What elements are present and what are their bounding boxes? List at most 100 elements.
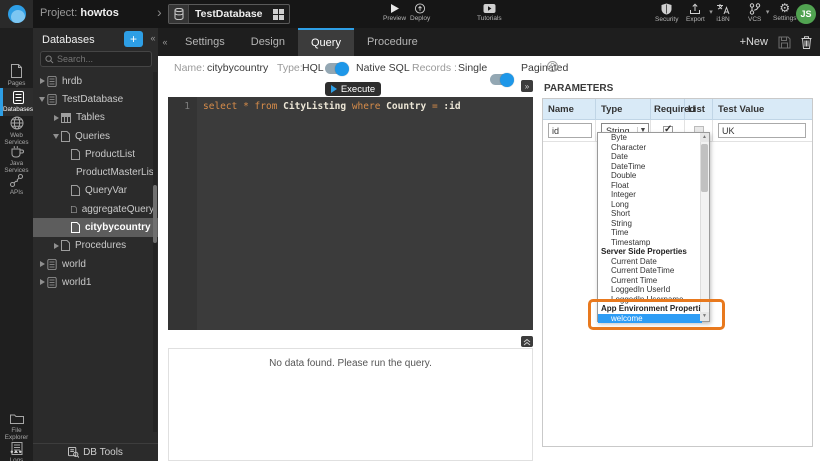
expand-results-button[interactable] xyxy=(521,336,533,347)
tree-item-testdatabase[interactable]: TestDatabase xyxy=(33,90,154,108)
tutorials-button[interactable]: Tutorials xyxy=(477,3,502,22)
dropdown-option[interactable]: Time xyxy=(598,228,702,238)
scroll-down-icon[interactable]: ▼ xyxy=(700,312,709,321)
rail-item-apis[interactable]: APIs xyxy=(0,174,33,196)
column-header-required: Required xyxy=(651,99,685,120)
vcs-button[interactable]: ▾ VCS xyxy=(748,3,761,23)
save-icon[interactable] xyxy=(778,36,791,49)
dropdown-option[interactable]: DateTime xyxy=(598,162,702,172)
tree-item-citybycountry[interactable]: citybycountry xyxy=(33,218,158,236)
deploy-button[interactable]: Deploy xyxy=(410,3,430,22)
export-button[interactable]: ▾ Export xyxy=(686,3,705,23)
rail-item-web-services[interactable]: Web Services xyxy=(0,116,33,146)
expand-arrow-icon[interactable] xyxy=(54,243,59,249)
tab-settings[interactable]: Settings xyxy=(172,28,238,56)
database-selector[interactable]: TestDatabase xyxy=(168,4,290,24)
scroll-up-icon[interactable]: ▲ xyxy=(700,133,709,142)
db-grid-icon[interactable] xyxy=(273,9,284,20)
app-logo[interactable] xyxy=(0,0,33,28)
collapse-arrow-icon[interactable] xyxy=(39,97,45,102)
dropdown-option[interactable]: Date xyxy=(598,152,702,162)
dropdown-option[interactable]: LoggedIn Username xyxy=(598,295,702,305)
records-toggle[interactable] xyxy=(490,74,513,85)
db-tools-button[interactable]: DB Tools xyxy=(33,443,158,461)
rail-item-java-services[interactable]: Java Services xyxy=(0,145,33,174)
coffee-icon xyxy=(10,145,24,158)
sql-editor[interactable]: 1 select * from CityListing where Countr… xyxy=(168,97,533,330)
expand-arrow-icon[interactable] xyxy=(40,261,45,267)
dropdown-option[interactable]: Current DateTime xyxy=(598,266,702,276)
dropdown-option[interactable]: Integer xyxy=(598,190,702,200)
type-toggle[interactable] xyxy=(325,63,348,74)
dropdown-scrollbar-thumb[interactable] xyxy=(701,144,708,192)
new-query-button[interactable]: +New xyxy=(740,36,768,48)
type-option-native-sql[interactable]: Native SQL xyxy=(356,62,410,74)
execute-button[interactable]: Execute xyxy=(325,82,381,96)
deploy-icon xyxy=(414,3,426,14)
dropdown-option[interactable]: Current Date xyxy=(598,257,702,267)
help-icon[interactable]: ? xyxy=(547,61,558,72)
search-box[interactable] xyxy=(40,51,152,67)
tree-scrollbar[interactable] xyxy=(153,72,157,432)
dropdown-option[interactable]: String xyxy=(598,219,702,229)
tree-item-productlist[interactable]: ProductList xyxy=(33,145,154,163)
i18n-button[interactable]: i18N xyxy=(716,3,730,23)
tree-item-procedures[interactable]: Procedures xyxy=(33,237,154,255)
project-breadcrumb: Project: howtos xyxy=(40,7,119,19)
project-name: howtos xyxy=(80,7,119,19)
rail-item-databases[interactable]: Databases xyxy=(0,88,33,116)
play-icon xyxy=(331,85,337,93)
tree-item-hrdb[interactable]: hrdb xyxy=(33,72,154,90)
tab-procedure[interactable]: Procedure xyxy=(354,28,431,56)
tree-item-aggregatequery[interactable]: aggregateQuery xyxy=(33,200,154,218)
type-dropdown-list: Byte Character Date DateTime Double Floa… xyxy=(597,132,710,322)
param-name-input[interactable] xyxy=(548,123,592,138)
tree-item-productmasterlist[interactable]: ProductMasterList xyxy=(33,163,154,181)
add-database-button[interactable]: + xyxy=(124,31,143,47)
tab-design[interactable]: Design xyxy=(238,28,298,56)
tab-query[interactable]: Query xyxy=(298,28,354,56)
tree-item-queryvar[interactable]: QueryVar xyxy=(33,182,154,200)
dropdown-option[interactable]: Long xyxy=(598,200,702,210)
settings-button[interactable]: ▾ ⚙ Settings xyxy=(773,3,797,22)
dropdown-option[interactable]: Byte xyxy=(598,133,702,143)
type-option-hql[interactable]: HQL xyxy=(302,62,324,74)
tree-scrollbar-thumb[interactable] xyxy=(153,185,157,243)
dropdown-group-app-environment: App Environment Properties xyxy=(598,304,702,314)
database-selector-value: TestDatabase xyxy=(189,8,273,20)
dropdown-option[interactable]: Short xyxy=(598,209,702,219)
test-value-input[interactable] xyxy=(718,123,806,138)
search-input[interactable] xyxy=(57,54,143,64)
dropdown-option[interactable]: Float xyxy=(598,181,702,191)
panel-collapse-icon[interactable]: « xyxy=(148,33,158,45)
expand-arrow-icon[interactable] xyxy=(40,78,45,84)
collapse-arrow-icon[interactable] xyxy=(53,134,59,139)
preview-button[interactable]: Preview xyxy=(383,3,406,22)
security-button[interactable]: Security xyxy=(655,3,678,23)
globe-icon xyxy=(10,116,24,130)
parameters-collapse-button[interactable]: » xyxy=(521,80,533,92)
rail-more-button[interactable]: ••• xyxy=(0,447,33,457)
expand-arrow-icon[interactable] xyxy=(54,115,59,121)
caret-down-icon: ▾ xyxy=(766,8,770,16)
tree-item-world[interactable]: world xyxy=(33,255,154,273)
tabbar-collapse-icon[interactable]: « xyxy=(158,28,172,56)
rail-item-file-explorer[interactable]: File Explorer xyxy=(0,413,33,441)
dropdown-option[interactable]: Double xyxy=(598,171,702,181)
dropdown-option[interactable]: Timestamp xyxy=(598,238,702,248)
records-option-paginated[interactable]: Paginated xyxy=(521,62,568,74)
tree-item-world1[interactable]: world1 xyxy=(33,273,154,291)
tree-item-queries[interactable]: Queries xyxy=(33,127,154,145)
db-icon xyxy=(47,94,57,105)
dropdown-option[interactable]: Character xyxy=(598,143,702,153)
delete-icon[interactable] xyxy=(801,36,812,49)
user-avatar[interactable]: JS xyxy=(796,4,816,24)
dropdown-option-welcome[interactable]: welcome xyxy=(598,314,702,324)
expand-arrow-icon[interactable] xyxy=(40,279,45,285)
dropdown-option[interactable]: LoggedIn UserId xyxy=(598,285,702,295)
database-icon xyxy=(169,5,189,23)
rail-item-pages[interactable]: Pages xyxy=(0,64,33,87)
tree-item-tables[interactable]: Tables xyxy=(33,109,154,127)
dropdown-option[interactable]: Current Time xyxy=(598,276,702,286)
records-option-single[interactable]: Single xyxy=(458,62,487,74)
